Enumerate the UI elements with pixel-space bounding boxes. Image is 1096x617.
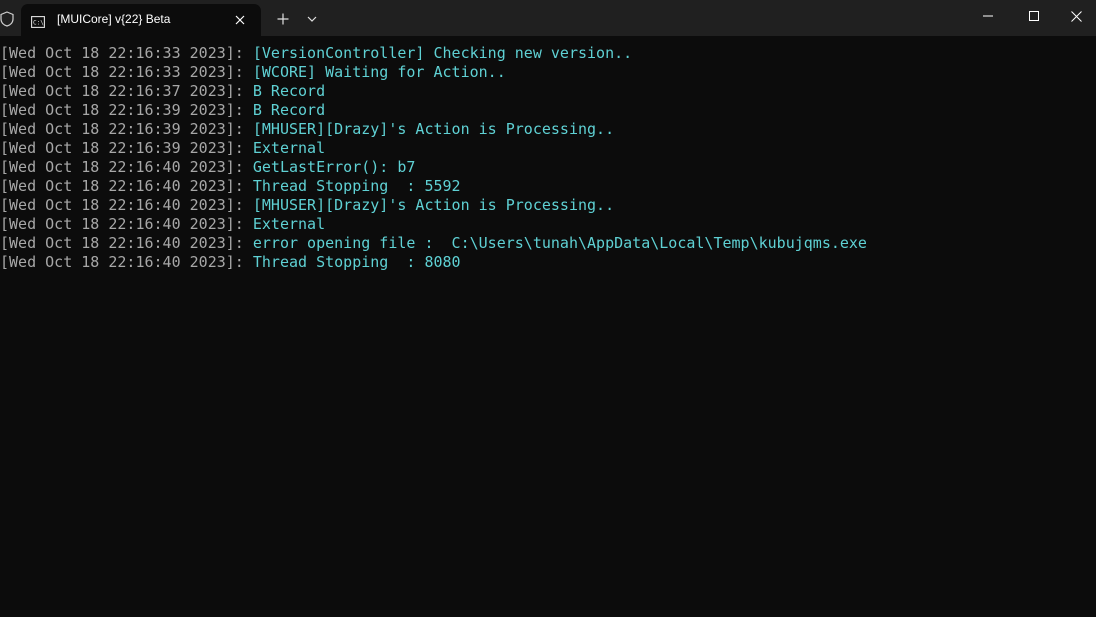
log-line: [Wed Oct 18 22:16:40 2023]: Thread Stopp… <box>0 253 1096 272</box>
close-icon <box>1071 10 1082 22</box>
log-message: error opening file : C:\Users\tunah\AppD… <box>252 234 867 252</box>
tab-dropdown-button[interactable] <box>302 8 322 30</box>
minimize-icon <box>983 15 993 17</box>
log-message: B Record <box>252 101 326 119</box>
tab-active[interactable]: C:\ [MUICore] v{22} Beta <box>21 4 261 36</box>
log-message: GetLastError(): b7 <box>252 158 416 176</box>
log-timestamp: [Wed Oct 18 22:16:37 2023]: <box>0 82 244 100</box>
log-message: [WCORE] Waiting for Action.. <box>252 63 506 81</box>
log-message: External <box>252 215 326 233</box>
new-tab-button[interactable] <box>271 8 295 30</box>
log-line: [Wed Oct 18 22:16:40 2023]: [MHUSER][Dra… <box>0 196 1096 215</box>
log-line: [Wed Oct 18 22:16:40 2023]: error openin… <box>0 234 1096 253</box>
console-output[interactable]: [Wed Oct 18 22:16:33 2023]: [VersionCont… <box>0 44 1096 617</box>
svg-text:C:\: C:\ <box>33 20 44 27</box>
log-line: [Wed Oct 18 22:16:40 2023]: External <box>0 215 1096 234</box>
log-line: [Wed Oct 18 22:16:33 2023]: [WCORE] Wait… <box>0 63 1096 82</box>
plus-icon <box>277 13 289 25</box>
log-message: [VersionController] Checking new version… <box>252 44 633 62</box>
log-message: Thread Stopping : 8080 <box>252 253 461 271</box>
log-message: B Record <box>252 82 326 100</box>
log-timestamp: [Wed Oct 18 22:16:40 2023]: <box>0 158 244 176</box>
maximize-button[interactable] <box>1011 0 1057 32</box>
log-line: [Wed Oct 18 22:16:37 2023]: B Record <box>0 82 1096 101</box>
close-icon[interactable] <box>230 10 250 30</box>
log-timestamp: [Wed Oct 18 22:16:33 2023]: <box>0 63 244 81</box>
tab-title: [MUICore] v{22} Beta <box>57 12 171 26</box>
log-timestamp: [Wed Oct 18 22:16:40 2023]: <box>0 196 244 214</box>
log-timestamp: [Wed Oct 18 22:16:40 2023]: <box>0 234 244 252</box>
log-message: [MHUSER][Drazy]'s Action is Processing.. <box>252 120 615 138</box>
log-line: [Wed Oct 18 22:16:39 2023]: External <box>0 139 1096 158</box>
log-line: [Wed Oct 18 22:16:40 2023]: Thread Stopp… <box>0 177 1096 196</box>
log-timestamp: [Wed Oct 18 22:16:40 2023]: <box>0 215 244 233</box>
log-message: Thread Stopping : 5592 <box>252 177 461 195</box>
chevron-down-icon <box>307 16 317 22</box>
log-line: [Wed Oct 18 22:16:39 2023]: B Record <box>0 101 1096 120</box>
title-bar[interactable]: C:\ [MUICore] v{22} Beta <box>0 0 1096 36</box>
terminal-icon: C:\ <box>31 13 45 28</box>
log-line: [Wed Oct 18 22:16:40 2023]: GetLastError… <box>0 158 1096 177</box>
minimize-button[interactable] <box>965 0 1011 32</box>
log-timestamp: [Wed Oct 18 22:16:39 2023]: <box>0 120 244 138</box>
log-line: [Wed Oct 18 22:16:33 2023]: [VersionCont… <box>0 44 1096 63</box>
log-timestamp: [Wed Oct 18 22:16:39 2023]: <box>0 101 244 119</box>
log-timestamp: [Wed Oct 18 22:16:40 2023]: <box>0 253 244 271</box>
log-timestamp: [Wed Oct 18 22:16:33 2023]: <box>0 44 244 62</box>
shield-icon <box>0 11 14 27</box>
window-close-button[interactable] <box>1057 0 1096 32</box>
log-timestamp: [Wed Oct 18 22:16:39 2023]: <box>0 139 244 157</box>
terminal-window: C:\ [MUICore] v{22} Beta [Wed Oct 18 22:… <box>0 0 1096 617</box>
log-line: [Wed Oct 18 22:16:39 2023]: [MHUSER][Dra… <box>0 120 1096 139</box>
log-message: [MHUSER][Drazy]'s Action is Processing.. <box>252 196 615 214</box>
log-timestamp: [Wed Oct 18 22:16:40 2023]: <box>0 177 244 195</box>
maximize-icon <box>1029 11 1039 21</box>
log-message: External <box>252 139 326 157</box>
